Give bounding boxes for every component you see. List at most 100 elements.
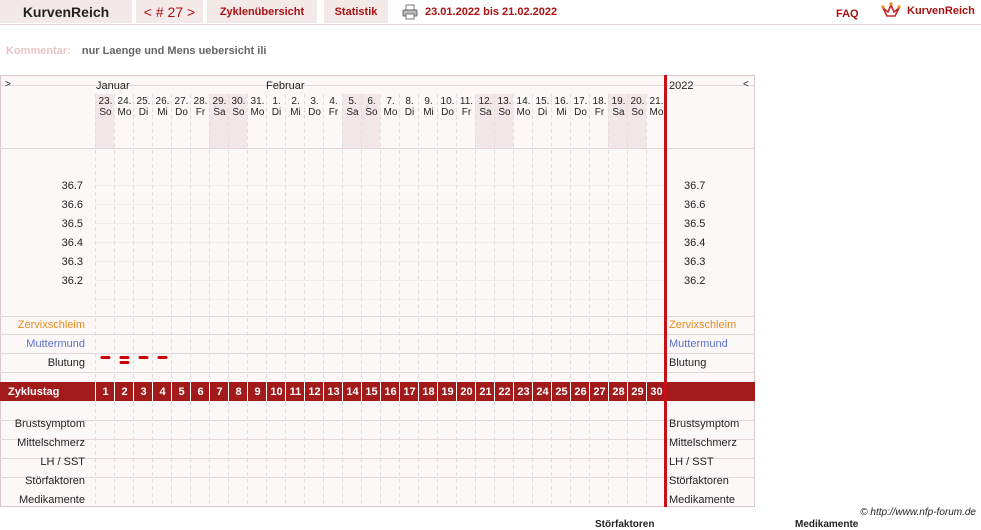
temp-label-right: 36.6 xyxy=(684,199,705,211)
cycle-day-number: 5 xyxy=(178,386,184,398)
comment-label: Kommentar: xyxy=(6,45,71,57)
day-number: 4. xyxy=(329,96,337,107)
row-label-right-muttermund: Muttermund xyxy=(669,338,728,350)
weekday-label: Sa xyxy=(479,107,492,118)
day-number: 2. xyxy=(291,96,299,107)
day-number: 16. xyxy=(555,96,569,107)
day-number: 19. xyxy=(612,96,626,107)
cycle-chart: > Januar Februar 2022 <23.So24.Mo25.Di26.Mi2… xyxy=(0,75,755,507)
temp-label-right: 36.5 xyxy=(684,218,705,230)
bleeding-mark xyxy=(119,361,130,364)
cycle-day-number: 20 xyxy=(460,386,472,398)
cycle-day-number: 10 xyxy=(270,386,282,398)
weekday-label: Mo xyxy=(517,107,531,118)
cycle-day-number: 25 xyxy=(555,386,567,398)
temp-label-left: 36.5 xyxy=(62,218,83,230)
printer-icon[interactable] xyxy=(402,4,418,20)
cycle-day-number: 1 xyxy=(102,386,108,398)
logo-text: KurvenReich xyxy=(907,5,975,17)
row-label-mittel: Mittelschmerz xyxy=(17,437,85,449)
row-label-blutung: Blutung xyxy=(48,357,85,369)
weekday-label: Mi xyxy=(157,107,168,118)
row-label-muttermund: Muttermund xyxy=(26,338,85,350)
cycle-day-number: 4 xyxy=(159,386,166,398)
cycle-day-number: 8 xyxy=(235,386,241,398)
cycle-switcher[interactable]: < # 27 > xyxy=(136,0,203,23)
day-number: 13. xyxy=(498,96,512,107)
cycle-overview-button[interactable]: Zyklenübersicht xyxy=(207,0,317,23)
cycle-day-number: 28 xyxy=(612,386,624,398)
weekday-label: So xyxy=(232,107,245,118)
weekday-label: Mo xyxy=(251,107,265,118)
cycle-day-number: 26 xyxy=(574,386,586,398)
cycle-day-number: 24 xyxy=(536,386,549,398)
day-number: 29. xyxy=(213,96,227,107)
copyright: © http://www.nfp-forum.de xyxy=(860,507,976,518)
weekday-label: Do xyxy=(441,107,454,118)
temp-label-right: 36.4 xyxy=(684,237,705,249)
weekday-label: Do xyxy=(574,107,587,118)
day-number: 7. xyxy=(386,96,394,107)
statistics-button[interactable]: Statistik xyxy=(324,0,388,23)
temp-label-right: 36.7 xyxy=(684,180,705,192)
weekday-label: Fr xyxy=(462,107,472,118)
day-number: 27. xyxy=(175,96,189,107)
day-number: 23. xyxy=(99,96,113,107)
day-number: 6. xyxy=(367,96,375,107)
row-label-right-stoer: Störfaktoren xyxy=(669,475,729,487)
day-number: 21. xyxy=(650,96,664,107)
weekday-label: Di xyxy=(272,107,281,118)
cycle-day-number: 16 xyxy=(384,386,396,398)
faq-link[interactable]: FAQ xyxy=(836,8,859,20)
cycle-day-number: 15 xyxy=(365,386,377,398)
crown-logo-icon xyxy=(881,2,901,17)
row-label-right-brust: Brustsymptom xyxy=(669,418,739,430)
weekday-label: Mi xyxy=(423,107,434,118)
cycle-day-number: 22 xyxy=(498,386,510,398)
cycle-day-number: 17 xyxy=(403,386,415,398)
cycle-day-number: 19 xyxy=(441,386,453,398)
cycle-day-number: 14 xyxy=(346,386,359,398)
weekday-label: So xyxy=(99,107,112,118)
year-label: 2022 xyxy=(669,80,693,92)
weekday-label: So xyxy=(631,107,644,118)
cycle-day-number: 2 xyxy=(121,386,127,398)
row-label-right-lh: LH / SST xyxy=(669,456,714,468)
cycle-day-label: Zyklustag xyxy=(8,386,59,398)
cycle-day-number: 23 xyxy=(517,386,529,398)
day-number: 25. xyxy=(137,96,151,107)
cycle-day-number: 18 xyxy=(422,386,434,398)
weekday-label: Fr xyxy=(329,107,339,118)
date-range: 23.01.2022 bis 21.02.2022 xyxy=(425,6,558,18)
bleeding-mark xyxy=(138,356,149,359)
cycle-day-number: 27 xyxy=(593,386,605,398)
day-number: 24. xyxy=(118,96,132,107)
weekday-label: So xyxy=(365,107,378,118)
row-label-medi: Medikamente xyxy=(19,494,85,506)
temp-label-left: 36.6 xyxy=(62,199,83,211)
weekday-label: Di xyxy=(538,107,547,118)
day-number: 14. xyxy=(517,96,531,107)
weekday-label: So xyxy=(498,107,511,118)
row-label-right-blutung: Blutung xyxy=(669,357,706,369)
cycle-day-number: 30 xyxy=(650,386,662,398)
weekday-label: Fr xyxy=(595,107,605,118)
cycle-day-number: 11 xyxy=(290,386,302,398)
day-number: 1. xyxy=(272,96,280,107)
cycle-day-number: 3 xyxy=(140,386,146,398)
day-number: 26. xyxy=(156,96,170,107)
cycle-day-number: 7 xyxy=(216,386,222,398)
month-label-feb: Februar xyxy=(266,80,305,92)
day-number: 3. xyxy=(310,96,318,107)
weekday-label: Mo xyxy=(384,107,398,118)
top-navigation: KurvenReich < # 27 > Zyklenübersicht Sta… xyxy=(0,0,981,25)
day-number: 8. xyxy=(405,96,413,107)
weekday-label: Mo xyxy=(650,107,664,118)
day-number: 18. xyxy=(593,96,607,107)
row-label-right-medi: Medikamente xyxy=(669,494,735,506)
bleeding-mark xyxy=(100,356,111,359)
day-number: 11. xyxy=(460,96,473,107)
weekday-label: Di xyxy=(139,107,148,118)
day-number: 5. xyxy=(348,96,356,107)
weekday-label: Do xyxy=(175,107,188,118)
